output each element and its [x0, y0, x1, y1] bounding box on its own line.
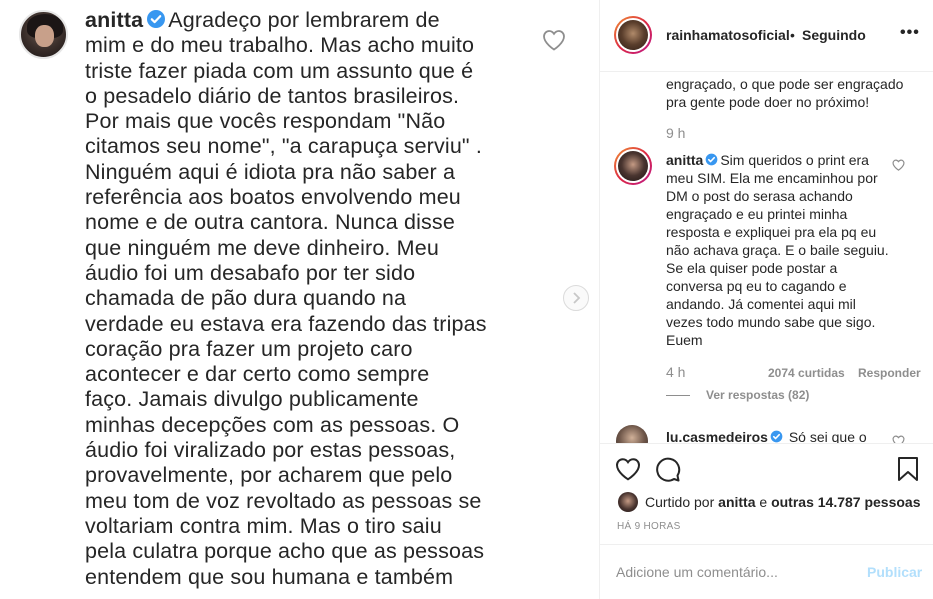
comment-username[interactable]: lu.casmedeiros — [666, 429, 768, 443]
more-options-icon[interactable]: ••• — [900, 24, 920, 42]
comment-username[interactable]: anitta — [666, 152, 703, 168]
header-separator: • — [790, 27, 795, 43]
media-line: áudio foi um desabafo por ter sido — [85, 260, 416, 285]
comment-avatar[interactable] — [614, 147, 652, 185]
media-line: nome e de outra cantora. Nunca disse — [85, 210, 455, 235]
media-line: citamos seu nome", "a carapuça serviu" . — [85, 134, 482, 159]
media-line: meu tom de voz revoltado as pessoas se — [85, 488, 482, 513]
media-line: referência aos boatos envolvendo meu — [85, 185, 461, 210]
heart-outline-icon — [543, 30, 565, 51]
comment-meta: 4 h 2074 curtidas Responder — [666, 364, 921, 380]
post-media: anitta Agradeço por lembrarem de mim e do … — [0, 0, 599, 599]
comment-input[interactable] — [616, 561, 846, 583]
liked-by-and: e — [759, 494, 768, 510]
media-line: faço. Jamais divulgo publicamente — [85, 387, 419, 412]
media-line: entendem que sou humana e também — [85, 564, 454, 589]
comment-body: Sim queridos o print era meu SIM. Ela me… — [666, 152, 889, 348]
comment-like-heart-icon[interactable] — [892, 435, 905, 443]
media-line: verdade eu estava era fazendo das tripas — [85, 311, 487, 336]
media-line: triste fazer piada com um assunto que é — [85, 58, 474, 83]
reply-button[interactable]: Responder — [858, 366, 921, 380]
next-image-button[interactable] — [563, 285, 589, 311]
follow-status-button[interactable]: Seguindo — [802, 27, 866, 43]
comment-time: 4 h — [666, 364, 686, 380]
comment-text: anitta Sim queridos o print era meu SIM. … — [666, 151, 896, 349]
add-comment-bar: Publicar — [600, 544, 933, 599]
media-avatar — [19, 10, 68, 59]
media-line: provavelmente, por acharem que pelo — [85, 463, 453, 488]
media-line: Por mais que vocês respondam "Não — [85, 109, 446, 134]
comment-avatar[interactable] — [616, 425, 648, 443]
post-actions: Curtido por anitta e outras 14.787 pesso… — [600, 443, 933, 544]
header-avatar[interactable] — [614, 16, 652, 54]
media-line: Ninguém aqui é idiota pra não saber a — [85, 159, 456, 184]
liked-by-others[interactable]: outras 14.787 pessoas — [771, 494, 920, 510]
liked-by-text: Curtido por anitta e outras 14.787 pesso… — [645, 494, 921, 510]
media-line: chamada de pão dura quando na — [85, 286, 407, 311]
media-line: mim e do meu trabalho. Mas acho muito — [85, 33, 475, 58]
media-line: pela culatra porque acho que as pessoas — [85, 539, 485, 564]
media-line: que ninguém me deve dinheiro. Meu — [85, 235, 439, 260]
publish-button[interactable]: Publicar — [867, 564, 922, 580]
media-username: anitta — [85, 8, 144, 32]
liked-by-user[interactable]: anitta — [718, 494, 755, 510]
verified-badge-icon — [770, 430, 783, 443]
comment-like-heart-icon[interactable] — [892, 159, 905, 171]
liked-by-prefix: Curtido por — [645, 494, 715, 510]
media-line: coração pra fazer um projeto caro — [85, 336, 413, 361]
media-line: voltariam contra mim. Mas o tiro saiu — [85, 513, 442, 538]
chevron-right-icon — [573, 292, 581, 304]
comments-list[interactable]: engraçado, o que pode ser engraçado pra … — [600, 73, 933, 443]
comment-body: Só sei que o — [788, 429, 867, 443]
verified-badge-icon — [147, 10, 166, 28]
view-replies-button[interactable]: Ver respostas (82) — [706, 388, 809, 402]
previous-comment-text: engraçado, o que pode ser engraçado pra … — [666, 76, 904, 110]
media-line: minhas decepções com as pessoas. O — [85, 412, 460, 437]
media-line: acontecer e dar certo como sempre — [85, 362, 430, 387]
liked-by-avatar[interactable] — [618, 492, 638, 512]
post-sidebar: rainhamatosoficial • Seguindo ••• engraç… — [599, 0, 933, 599]
previous-comment-time: 9 h — [666, 125, 686, 141]
heart-icon[interactable] — [615, 457, 641, 481]
media-line: áudio foi viralizado por estas pessoas, — [85, 438, 456, 463]
post-timestamp[interactable]: HÁ 9 HORAS — [617, 521, 681, 532]
post-header: rainhamatosoficial • Seguindo ••• — [600, 0, 933, 72]
header-username[interactable]: rainhamatosoficial — [666, 27, 790, 43]
comment-text: lu.casmedeiros Só sei que o — [666, 428, 886, 443]
media-line: o pesadelo diário de tantos brasileiros. — [85, 83, 460, 108]
comment-likes[interactable]: 2074 curtidas — [768, 366, 845, 380]
media-line: Agradeço por lembrarem de — [168, 8, 440, 32]
verified-badge-icon — [705, 153, 718, 166]
replies-divider — [666, 395, 690, 396]
media-caption: anitta Agradeço por lembrarem de mim e do … — [85, 8, 525, 590]
bookmark-icon[interactable] — [897, 456, 919, 482]
comment-icon[interactable] — [655, 457, 681, 483]
